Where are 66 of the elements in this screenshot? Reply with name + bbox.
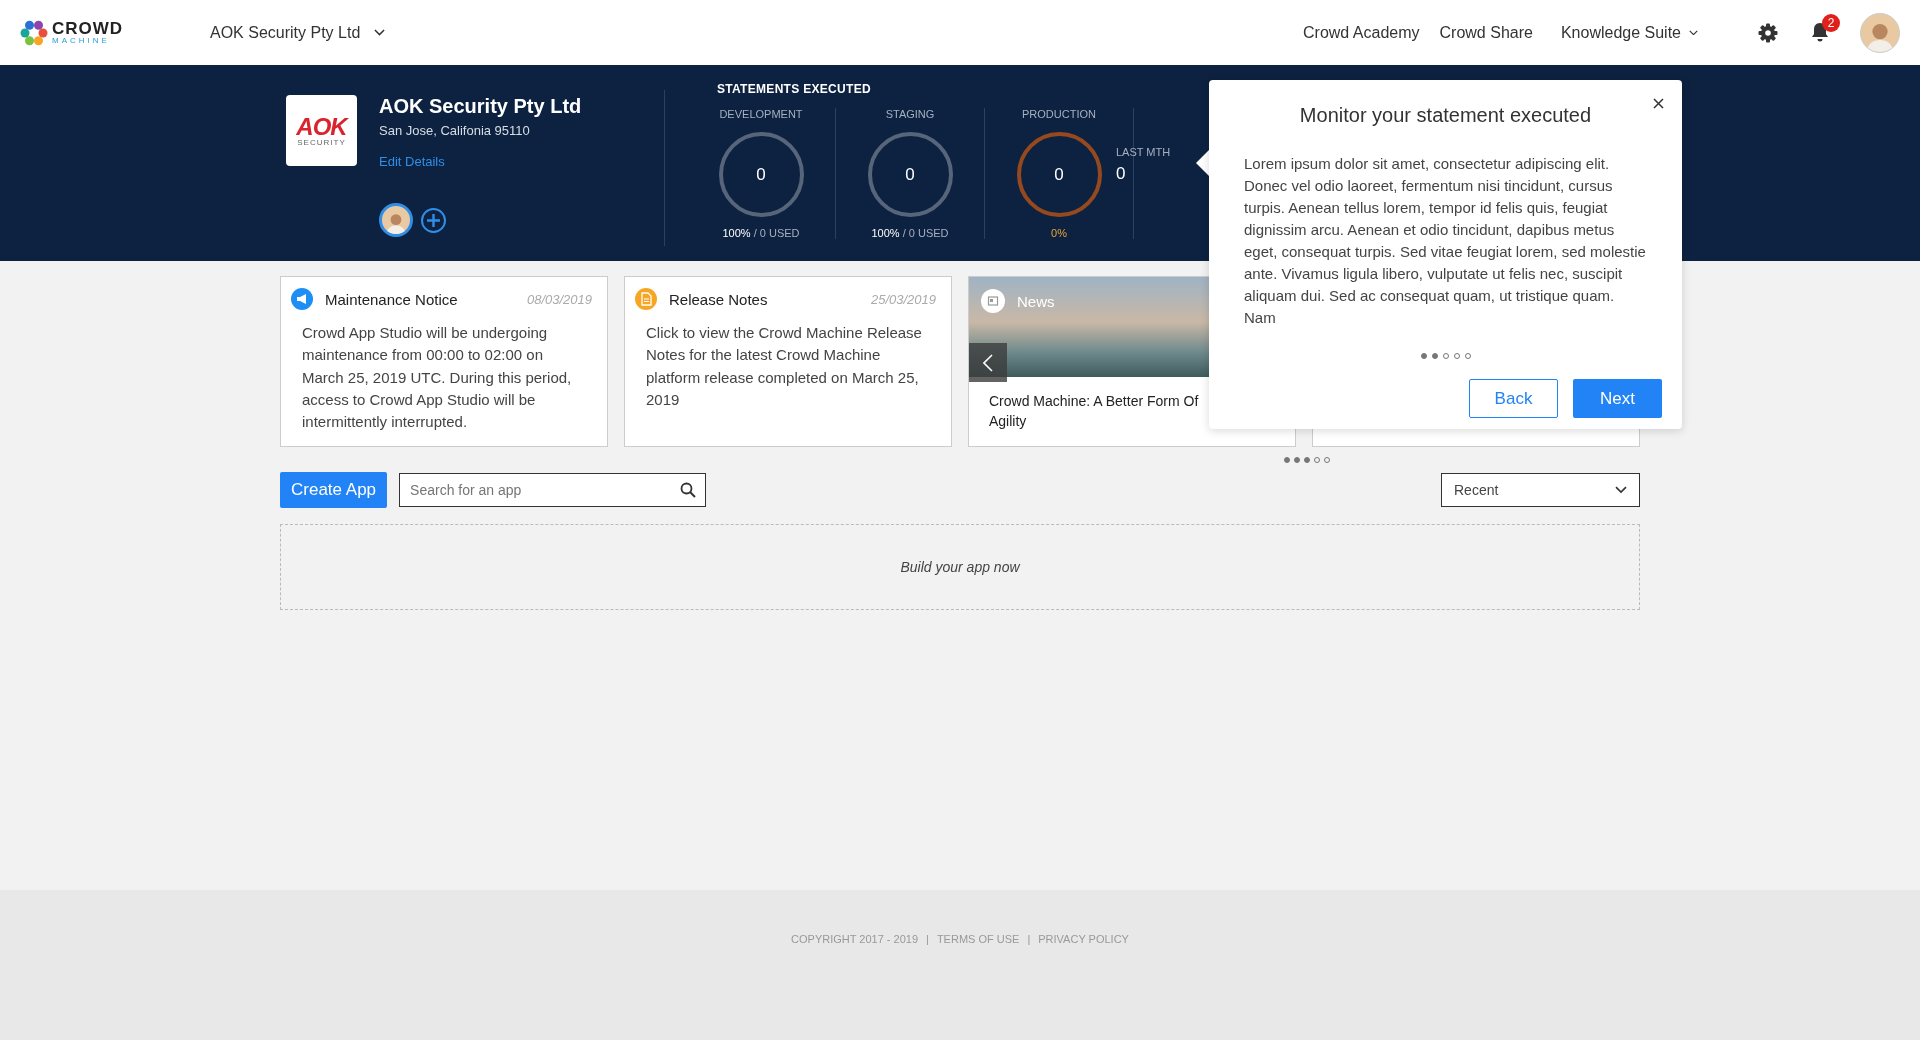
stat-value: 0 (1116, 164, 1127, 184)
news-icon (981, 289, 1005, 313)
notification-badge: 2 (1822, 14, 1840, 32)
page-dot[interactable] (1420, 353, 1427, 359)
separator: | (926, 933, 929, 947)
sort-dropdown[interactable]: Recent (1441, 473, 1640, 507)
back-button[interactable]: Back (1469, 379, 1558, 418)
chevron-down-icon (1689, 29, 1698, 36)
stat-label: PRODUCTION (1022, 108, 1096, 120)
popover-title: Monitor your statement executed (1298, 104, 1593, 127)
logo-subtitle: SECURITY (297, 138, 346, 147)
close-icon (1653, 98, 1664, 109)
chevron-down-icon (1615, 486, 1627, 494)
add-member-button[interactable] (421, 207, 446, 233)
card-text: Crowd App Studio will be undergoing maintenance from 00:00 to 02:00 on March 25, 2019 UTC. During this period, access to Crowd App Studio will be intermittently interrupted. (301, 323, 573, 433)
news-label: News (1017, 292, 1055, 310)
megaphone-icon (291, 288, 313, 310)
settings-icon[interactable] (1758, 22, 1778, 43)
nav-link[interactable]: Crowd Academy (1303, 23, 1420, 42)
search-field[interactable]: Search for an app (399, 473, 707, 507)
company-name: AOK Security Pty Ltd (379, 95, 582, 118)
notice-card[interactable]: Release Notes 25/03/2019 Click to view the Crowd Machine Release Notes for the latest Crowd Machine platform release completed on March 25, 2019 (624, 276, 952, 447)
stat-label: LAST MTH (1116, 146, 1171, 158)
document-icon (635, 288, 657, 310)
card-title: Release Notes (669, 290, 769, 308)
page-dot[interactable] (1304, 457, 1310, 463)
usage-text: 100% / 0 USED (871, 227, 949, 239)
close-button[interactable] (1653, 98, 1664, 109)
edit-details-link[interactable]: Edit Details (379, 154, 582, 169)
separator: | (1027, 933, 1031, 947)
card-date: 25/03/2019 (870, 291, 936, 307)
plus-icon (427, 213, 440, 227)
next-button[interactable]: Next (1573, 379, 1662, 418)
chevron-left-icon (983, 353, 993, 372)
news-title: Crowd Machine: A Better Form Of Agility (988, 392, 1200, 431)
card-text: Click to view the Crowd Machine Release Notes for the latest Crowd Machine platform release completed on March 25, 2019 (645, 323, 923, 410)
usage-text: 100% / 0 USED (722, 227, 800, 239)
brand-name: CROWD (52, 20, 124, 37)
create-app-button[interactable]: Create App (280, 472, 388, 508)
page-dot[interactable] (1284, 457, 1290, 463)
company-address: San Jose, Califonia 95110 (379, 123, 531, 138)
nav-menu[interactable]: Knowledge Suite (1560, 23, 1698, 42)
usage-percent: 0% (1051, 227, 1067, 239)
card-title: Maintenance Notice (325, 290, 459, 308)
card-date: 08/03/2019 (526, 291, 592, 307)
empty-message: Build your app now (900, 559, 1020, 575)
stat-label: STAGING (885, 108, 935, 120)
organization-dropdown[interactable]: AOK Security Pty Ltd (210, 23, 386, 42)
page-dot[interactable] (1294, 457, 1300, 463)
copyright-text: COPYRIGHT 2017 - 2019 (791, 933, 918, 947)
usage-ring: 0 (1016, 132, 1102, 217)
logo-icon (20, 18, 48, 47)
usage-ring: 0 (718, 132, 804, 217)
previous-button[interactable] (969, 343, 1007, 382)
section-title: STATEMENTS EXECUTED (717, 82, 872, 96)
chevron-down-icon (374, 29, 386, 36)
search-icon (680, 482, 697, 498)
stat-label: DEVELOPMENT (719, 108, 803, 120)
team-avatar[interactable] (379, 203, 413, 237)
nav-link[interactable]: Crowd Share (1439, 23, 1533, 42)
user-avatar[interactable] (1860, 12, 1900, 53)
page-dot[interactable] (1431, 353, 1438, 359)
logo-text: AOK (296, 114, 347, 139)
usage-ring: 0 (867, 132, 953, 217)
notice-card[interactable] (280, 276, 608, 447)
brand-subtitle: MACHINE (52, 37, 111, 45)
